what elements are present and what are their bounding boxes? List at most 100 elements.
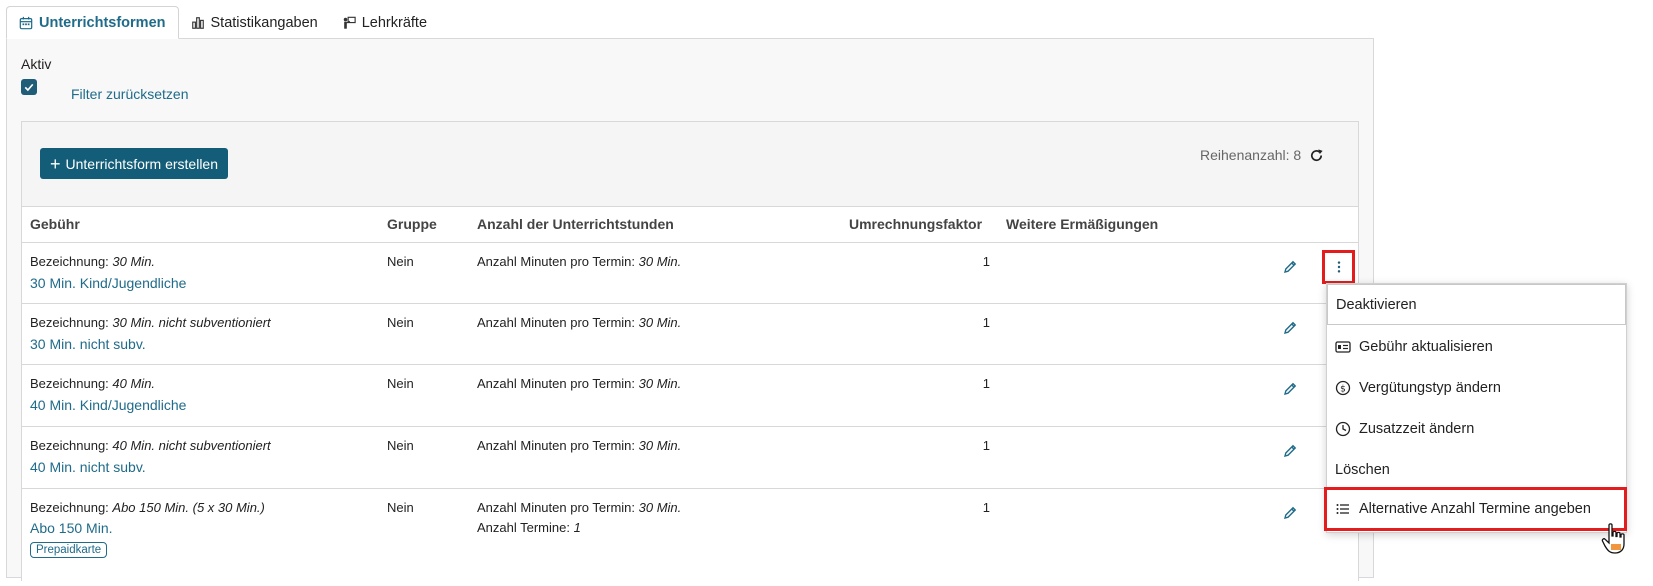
menu-item-label: Vergütungstyp ändern <box>1359 379 1501 396</box>
tab-unterrichtsformen[interactable]: Unterrichtsformen <box>6 6 179 39</box>
menu-item-gebuehr-aktualisieren[interactable]: Gebühr aktualisieren <box>1327 326 1626 367</box>
unterrichtsform-link[interactable]: 40 Min. nicht subv. <box>30 459 146 475</box>
stunden-label: Anzahl Minuten pro Termin: <box>477 376 636 391</box>
tab-statistikangaben[interactable]: Statistikangaben <box>179 6 330 39</box>
faktor-cell: 1 <box>982 315 990 330</box>
header-umrechnungsfaktor[interactable]: Umrechnungsfaktor <box>849 216 982 232</box>
create-button-label: Unterrichtsform erstellen <box>65 155 219 172</box>
row-divider <box>22 426 1358 427</box>
menu-item-alternative-anzahl-termine[interactable]: Alternative Anzahl Termine angeben <box>1324 487 1627 531</box>
unterrichtsform-link[interactable]: 30 Min. nicht subv. <box>30 336 146 352</box>
pencil-icon[interactable] <box>1282 320 1298 336</box>
bezeichnung-value: Abo 150 Min. (5 x 30 Min.) <box>112 500 265 515</box>
menu-item-verguetungstyp-aendern[interactable]: $ Vergütungstyp ändern <box>1327 367 1626 408</box>
stunden-label: Anzahl Minuten pro Termin: <box>477 500 636 515</box>
faktor-cell: 1 <box>982 254 990 269</box>
stunden-label: Anzahl Minuten pro Termin: <box>477 315 636 330</box>
bezeichnung-label: Bezeichnung: <box>30 254 109 269</box>
unterrichtsform-link[interactable]: 30 Min. Kind/Jugendliche <box>30 275 186 291</box>
create-unterrichtsform-button[interactable]: + Unterrichtsform erstellen <box>40 148 229 179</box>
svg-text:$: $ <box>1340 384 1346 394</box>
row-actions-menu: Deaktivieren Gebühr aktualisieren $ Verg… <box>1324 283 1627 533</box>
bezeichnung-cell: Bezeichnung: 30 Min. nicht subventionier… <box>30 315 271 330</box>
header-ermaessigungen[interactable]: Weitere Ermäßigungen <box>1006 216 1158 232</box>
stunden-value: 30 Min. <box>638 438 682 453</box>
row-actions-button[interactable] <box>1322 250 1355 284</box>
bezeichnung-cell: Bezeichnung: 40 Min. nicht subventionier… <box>30 438 271 453</box>
tab-bar: Unterrichtsformen Statistikangaben Lehrk… <box>6 6 439 39</box>
list-icon <box>1336 504 1349 514</box>
tab-label: Statistikangaben <box>210 14 318 31</box>
check-icon <box>24 83 34 92</box>
menu-item-label: Alternative Anzahl Termine angeben <box>1359 501 1591 517</box>
data-table <box>22 206 1358 586</box>
stunden-value: 30 Min. <box>638 376 682 391</box>
header-stunden[interactable]: Anzahl der Unterrichtstunden <box>477 216 674 232</box>
stunden-cell: Anzahl Minuten pro Termin: 30 Min. <box>477 376 681 391</box>
faktor-cell: 1 <box>982 376 990 391</box>
bezeichnung-label: Bezeichnung: <box>30 438 109 453</box>
pencil-icon[interactable] <box>1282 259 1298 275</box>
clock-icon <box>1335 421 1351 436</box>
gruppe-cell: Nein <box>387 376 414 391</box>
bezeichnung-label: Bezeichnung: <box>30 376 109 391</box>
stunden-value: 30 Min. <box>638 254 682 269</box>
unterrichtsform-link[interactable]: Abo 150 Min. <box>30 520 113 536</box>
faktor-cell: 1 <box>982 500 990 515</box>
stunden-label: Anzahl Minuten pro Termin: <box>477 254 636 269</box>
menu-item-zusatzzeit-aendern[interactable]: Zusatzzeit ändern <box>1327 408 1626 449</box>
termine-cell: Anzahl Termine: 1 <box>477 520 581 535</box>
menu-item-deaktivieren[interactable]: Deaktivieren <box>1327 284 1626 325</box>
aktiv-checkbox[interactable] <box>21 79 37 95</box>
gruppe-cell: Nein <box>387 500 414 515</box>
row-divider <box>22 303 1358 304</box>
header-gebuehr[interactable]: Gebühr <box>30 216 80 232</box>
dollar-circle-icon: $ <box>1335 380 1351 395</box>
filter-reset-link[interactable]: Filter zurücksetzen <box>71 86 188 102</box>
header-divider <box>22 242 1358 243</box>
menu-item-loeschen[interactable]: Löschen <box>1327 449 1626 490</box>
gruppe-cell: Nein <box>387 315 414 330</box>
stunden-cell: Anzahl Minuten pro Termin: 30 Min. <box>477 254 681 269</box>
bezeichnung-value: 30 Min. <box>112 254 156 269</box>
tab-lehrkraefte[interactable]: Lehrkräfte <box>330 6 439 39</box>
menu-item-label: Gebühr aktualisieren <box>1359 338 1493 355</box>
termine-label: Anzahl Termine: <box>477 520 570 535</box>
stunden-cell: Anzahl Minuten pro Termin: 30 Min. <box>477 315 681 330</box>
tab-label: Lehrkräfte <box>361 14 428 31</box>
id-card-icon <box>1335 340 1351 353</box>
teacher-icon <box>343 16 356 29</box>
pencil-icon[interactable] <box>1282 505 1298 521</box>
more-vertical-icon <box>1337 261 1340 273</box>
calendar-icon <box>19 16 33 29</box>
prepaid-badge: Prepaidkarte <box>30 542 108 558</box>
bezeichnung-value: 40 Min. <box>112 376 156 391</box>
row-divider <box>22 488 1358 489</box>
unterrichtsform-link[interactable]: 40 Min. Kind/Jugendliche <box>30 397 186 413</box>
aktiv-label: Aktiv <box>21 56 52 72</box>
row-divider <box>22 364 1358 365</box>
row-count: Reihenanzahl: 8 <box>1200 147 1324 163</box>
bezeichnung-value: 40 Min. nicht subventioniert <box>112 438 271 453</box>
plus-icon: + <box>50 153 61 174</box>
bar-chart-icon <box>191 16 204 29</box>
stunden-label: Anzahl Minuten pro Termin: <box>477 438 636 453</box>
hand-cursor-icon <box>1601 523 1625 554</box>
gruppe-cell: Nein <box>387 438 414 453</box>
termine-value: 1 <box>573 520 581 535</box>
pencil-icon[interactable] <box>1282 443 1298 459</box>
bezeichnung-cell: Bezeichnung: 30 Min. <box>30 254 155 269</box>
faktor-cell: 1 <box>982 438 990 453</box>
gruppe-cell: Nein <box>387 254 414 269</box>
stunden-value: 30 Min. <box>638 500 682 515</box>
bezeichnung-cell: Bezeichnung: 40 Min. <box>30 376 155 391</box>
tab-label: Unterrichtsformen <box>39 14 166 31</box>
menu-item-label: Löschen <box>1335 461 1390 478</box>
pencil-icon[interactable] <box>1282 381 1298 397</box>
stunden-cell: Anzahl Minuten pro Termin: 30 Min. <box>477 500 681 515</box>
refresh-icon[interactable] <box>1309 148 1324 163</box>
header-gruppe[interactable]: Gruppe <box>387 216 437 232</box>
stunden-value: 30 Min. <box>638 315 682 330</box>
bezeichnung-label: Bezeichnung: <box>30 500 109 515</box>
menu-item-label: Zusatzzeit ändern <box>1359 420 1475 437</box>
